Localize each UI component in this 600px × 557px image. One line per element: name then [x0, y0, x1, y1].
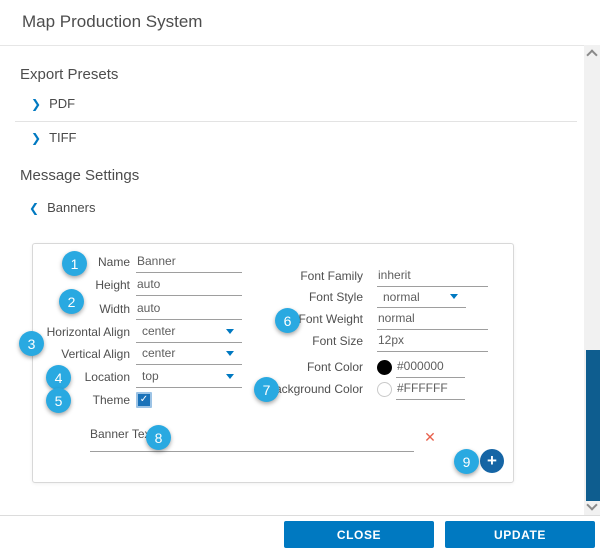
check-icon: ✓ — [140, 395, 148, 405]
font-size-input[interactable] — [377, 330, 488, 352]
background-color-swatch[interactable] — [377, 382, 392, 397]
divider — [0, 45, 600, 46]
select-value: normal — [377, 290, 420, 304]
form-row-horizontal-align: Horizontal Align center — [36, 320, 242, 343]
export-presets-heading: Export Presets — [20, 66, 118, 83]
preset-label: TIFF — [49, 130, 76, 145]
font-style-select[interactable]: normal — [377, 286, 466, 308]
divider — [0, 515, 600, 516]
background-color-input[interactable] — [396, 378, 465, 400]
divider — [15, 121, 577, 122]
font-color-swatch[interactable] — [377, 360, 392, 375]
plus-icon: + — [487, 452, 497, 469]
select-value: center — [136, 346, 175, 360]
horizontal-align-select[interactable]: center — [136, 320, 242, 343]
field-label: Font Color — [240, 360, 363, 374]
update-button[interactable]: UPDATE — [445, 521, 595, 548]
height-input[interactable] — [136, 273, 242, 296]
chevron-left-icon: ❮ — [29, 202, 39, 214]
vertical-scrollbar[interactable] — [584, 45, 600, 515]
name-input[interactable] — [136, 250, 242, 273]
chevron-down-icon — [226, 329, 234, 334]
chevron-down-icon — [450, 294, 458, 299]
select-value: center — [136, 324, 175, 338]
step-badge-2: 2 — [59, 289, 84, 314]
step-badge-7: 7 — [254, 377, 279, 402]
close-x-icon: ✕ — [424, 430, 436, 444]
chevron-down-icon — [226, 374, 234, 379]
field-label: Height — [36, 278, 130, 292]
font-weight-input[interactable] — [377, 308, 488, 330]
delete-banner-button[interactable]: ✕ — [422, 429, 438, 445]
step-badge-9: 9 — [454, 449, 479, 474]
step-badge-8: 8 — [146, 425, 171, 450]
preset-item-tiff[interactable]: ❯ TIFF — [31, 130, 77, 145]
banner-text-input[interactable] — [90, 435, 414, 452]
vertical-align-select[interactable]: center — [136, 342, 242, 365]
field-label: Font Weight — [240, 312, 363, 326]
close-button[interactable]: CLOSE — [284, 521, 434, 548]
font-color-input[interactable] — [396, 356, 465, 378]
form-row-vertical-align: Vertical Align center — [36, 342, 242, 365]
field-label: Font Family — [240, 269, 363, 283]
chevron-right-icon: ❯ — [31, 98, 41, 110]
add-banner-button[interactable]: + — [480, 449, 504, 473]
location-select[interactable]: top — [136, 365, 242, 388]
scroll-down-icon[interactable] — [586, 499, 597, 510]
field-label: Vertical Align — [36, 347, 130, 361]
chevron-down-icon — [226, 351, 234, 356]
chevron-right-icon: ❯ — [31, 132, 41, 144]
field-label: Horizontal Align — [36, 325, 130, 339]
step-badge-6: 6 — [275, 308, 300, 333]
step-badge-3: 3 — [19, 331, 44, 356]
field-label: Font Style — [240, 290, 363, 304]
step-badge-5: 5 — [46, 388, 71, 413]
scrollbar-thumb[interactable] — [586, 350, 600, 501]
page-title: Map Production System — [22, 12, 202, 32]
font-family-input[interactable] — [377, 265, 488, 287]
field-label: Font Size — [240, 334, 363, 348]
theme-checkbox[interactable]: ✓ — [136, 392, 152, 408]
back-label: Banners — [47, 200, 95, 215]
width-input[interactable] — [136, 297, 242, 320]
preset-item-pdf[interactable]: ❯ PDF — [31, 96, 75, 111]
form-row-font-style: Font Style normal — [240, 286, 492, 308]
form-row-font-size: Font Size — [240, 330, 492, 352]
scroll-up-icon[interactable] — [586, 49, 597, 60]
step-badge-1: 1 — [62, 251, 87, 276]
form-row-font-color: Font Color — [240, 356, 492, 378]
preset-label: PDF — [49, 96, 75, 111]
form-row-font-family: Font Family — [240, 265, 492, 287]
back-link-banners[interactable]: ❮ Banners — [29, 200, 95, 215]
select-value: top — [136, 369, 159, 383]
message-settings-heading: Message Settings — [20, 167, 139, 184]
step-badge-4: 4 — [46, 365, 71, 390]
